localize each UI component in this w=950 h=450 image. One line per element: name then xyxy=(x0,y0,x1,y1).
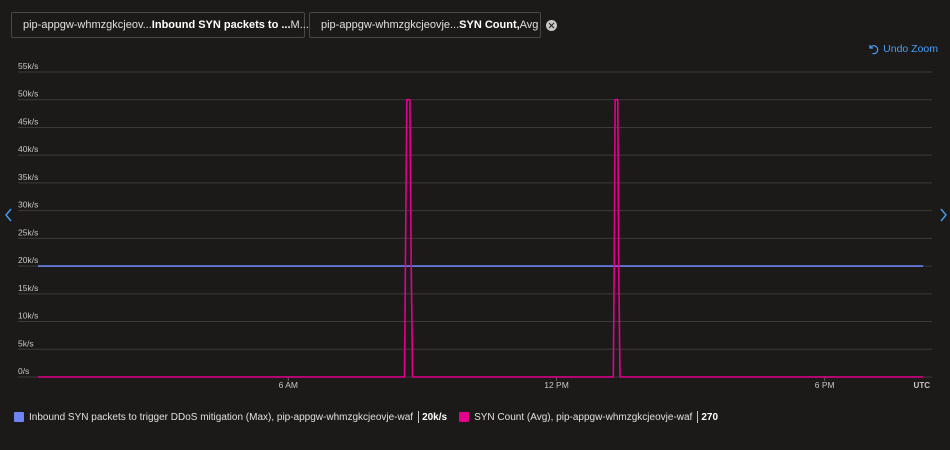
x-axis-unit-label: UTC xyxy=(914,381,931,390)
chart-legend: Inbound SYN packets to trigger DDoS miti… xyxy=(14,411,730,423)
y-tick-label: 15k/s xyxy=(18,283,38,293)
legend-value: 20k/s xyxy=(422,411,448,423)
metrics-chart[interactable]: 0/s 5k/s 10k/s 15k/s 20k/s 25k/s 30k/s 35k/s 40k… xyxy=(0,0,950,400)
legend-separator xyxy=(418,411,420,423)
legend-swatch xyxy=(14,412,24,422)
y-tick-label: 5k/s xyxy=(18,338,34,348)
x-tick-label: 12 PM xyxy=(544,380,569,390)
y-tick-label: 40k/s xyxy=(18,144,38,154)
y-tick-label: 10k/s xyxy=(18,311,38,321)
x-tick-label: 6 PM xyxy=(815,380,835,390)
y-tick-label: 50k/s xyxy=(18,89,38,99)
y-tick-label: 30k/s xyxy=(18,200,38,210)
legend-item-inbound-syn[interactable]: Inbound SYN packets to trigger DDoS miti… xyxy=(14,411,447,423)
legend-item-syn-count[interactable]: SYN Count (Avg), pip-appgw-whmzgkcjeovje… xyxy=(459,411,718,423)
y-tick-label: 0/s xyxy=(18,366,29,376)
y-tick-label: 25k/s xyxy=(18,227,38,237)
legend-swatch xyxy=(459,412,470,422)
y-tick-label: 55k/s xyxy=(18,61,38,71)
legend-label: Inbound SYN packets to trigger DDoS miti… xyxy=(29,411,414,423)
y-tick-label: 45k/s xyxy=(18,116,38,126)
legend-label: SYN Count (Avg), pip-appgw-whmzgkcjeovje… xyxy=(474,411,693,423)
legend-separator xyxy=(697,411,699,423)
y-tick-label: 20k/s xyxy=(18,255,38,265)
legend-value: 270 xyxy=(701,411,719,423)
x-tick-label: 6 AM xyxy=(279,380,298,390)
y-tick-label: 35k/s xyxy=(18,172,38,182)
